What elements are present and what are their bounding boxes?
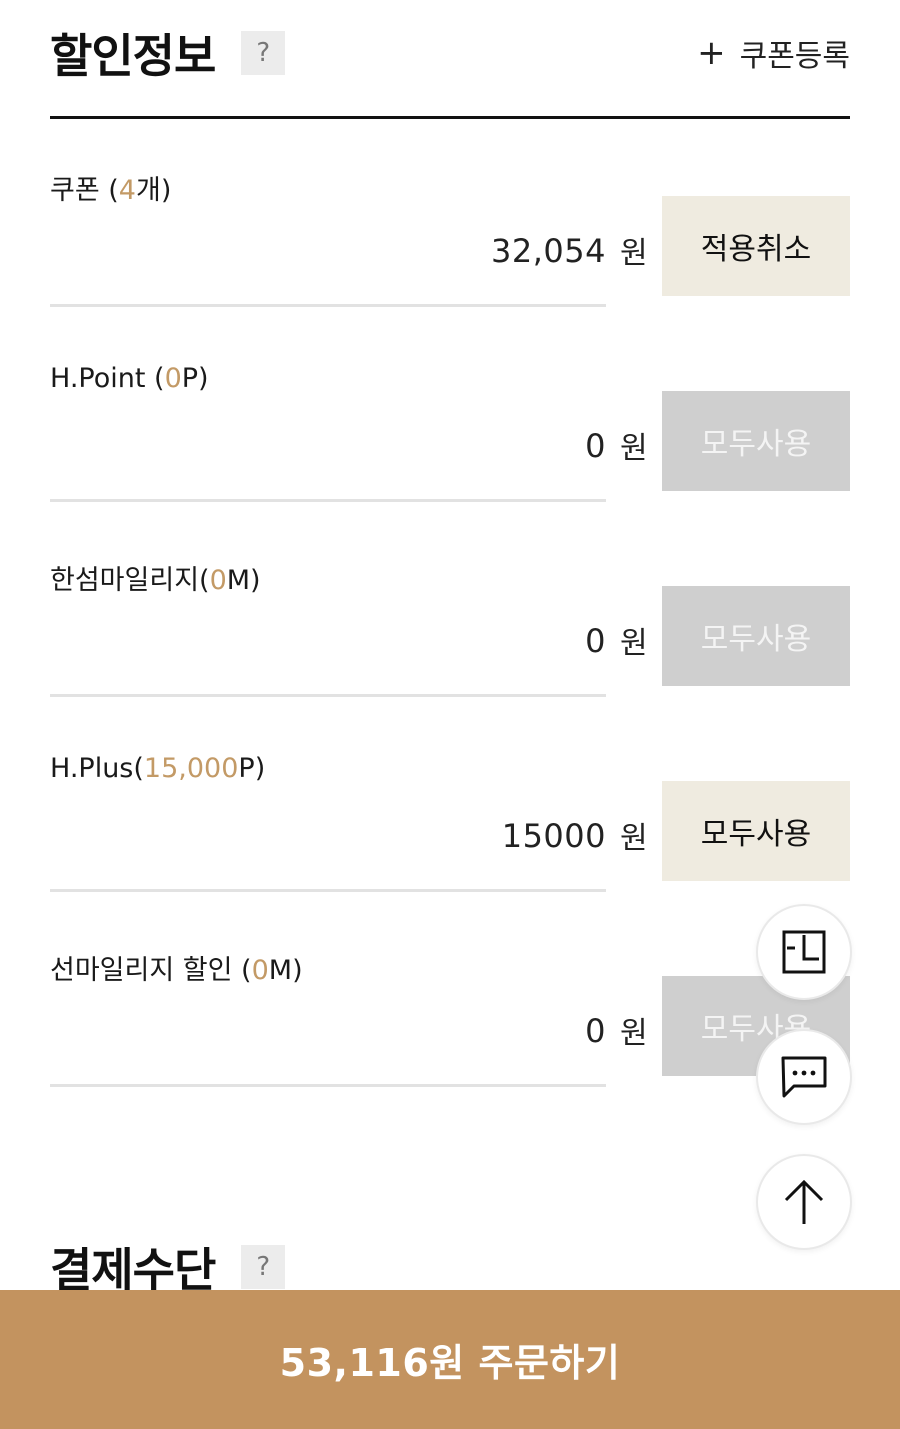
- scroll-top-button[interactable]: [756, 1154, 852, 1250]
- hplus-use-all-button[interactable]: 모두사용: [662, 781, 850, 881]
- hpoint-label-suffix: P): [181, 363, 209, 394]
- hpoint-amount-field[interactable]: 0: [50, 399, 606, 502]
- hpoint-amount-unit: 원: [620, 431, 648, 466]
- section-divider: [50, 116, 850, 119]
- arrow-up-icon: [784, 1179, 824, 1224]
- chat-button[interactable]: [756, 1029, 852, 1125]
- hplus-amount-unit: 원: [620, 821, 648, 856]
- checkout-page: 할인정보 ? + 쿠폰등록 쿠폰 (4개) 32,054 원 적용취소 H.Po…: [0, 0, 900, 1429]
- hpoint-label: H.Point (0P): [50, 363, 209, 394]
- coupon-amount-field[interactable]: 32,054: [50, 204, 606, 307]
- hplus-label: H.Plus(15,000P): [50, 753, 265, 784]
- handsome-mileage-balance: 0: [209, 565, 227, 596]
- coupon-register-button[interactable]: + 쿠폰등록: [697, 31, 850, 75]
- handsome-mileage-label-prefix: 한섬마일리지(: [50, 565, 210, 596]
- hpoint-use-all-button[interactable]: 모두사용: [662, 391, 850, 491]
- handsome-mileage-amount-unit: 원: [620, 626, 648, 661]
- hpoint-amount-value: 0: [585, 427, 606, 465]
- handsome-mileage-label: 한섬마일리지(0M): [50, 558, 261, 597]
- coupon-label-prefix: 쿠폰 (: [50, 175, 119, 206]
- discount-row-hplus: H.Plus(15,000P) 15000 원 모두사용: [50, 753, 850, 948]
- sun-mileage-label-prefix: 선마일리지 할인 (: [50, 955, 252, 986]
- discount-row-sun-mileage: 선마일리지 할인 (0M) 0 원 모두사용: [50, 948, 850, 1143]
- handsome-mileage-use-all-button[interactable]: 모두사용: [662, 586, 850, 686]
- handsome-mileage-amount-value: 0: [585, 622, 606, 660]
- hplus-label-prefix: H.Plus(: [50, 753, 144, 784]
- discount-row-handsome-mileage: 한섬마일리지(0M) 0 원 모두사용: [50, 558, 850, 753]
- hplus-amount-field[interactable]: 15000: [50, 789, 606, 892]
- hplus-label-suffix: P): [238, 753, 266, 784]
- sun-mileage-balance: 0: [251, 955, 269, 986]
- hplus-balance: 15,000: [143, 753, 239, 784]
- discount-section-header: 할인정보 ? + 쿠폰등록: [50, 18, 850, 88]
- sun-mileage-label: 선마일리지 할인 (0M): [50, 948, 303, 987]
- hpoint-balance: 0: [164, 363, 182, 394]
- discount-help-button[interactable]: ?: [241, 31, 286, 75]
- coupon-count: 4: [118, 175, 136, 206]
- coupon-register-label: 쿠폰등록: [739, 39, 850, 74]
- chat-bubble-icon: [781, 1056, 827, 1098]
- discount-section-title: 할인정보: [50, 29, 216, 83]
- sun-mileage-amount-unit: 원: [620, 1016, 648, 1051]
- handsome-mileage-label-suffix: M): [226, 565, 261, 596]
- discount-row-coupon: 쿠폰 (4개) 32,054 원 적용취소: [50, 168, 850, 363]
- coupon-label: 쿠폰 (4개): [50, 168, 171, 207]
- hplus-amount-value: 15000: [501, 817, 606, 855]
- order-button[interactable]: 53,116원 주문하기: [0, 1290, 900, 1429]
- recent-view-icon: [782, 930, 826, 974]
- sun-mileage-amount-field[interactable]: 0: [50, 984, 606, 1087]
- coupon-amount-unit: 원: [620, 236, 648, 271]
- coupon-label-suffix: 개): [135, 175, 172, 206]
- payment-help-button[interactable]: ?: [241, 1245, 286, 1289]
- discount-row-hpoint: H.Point (0P) 0 원 모두사용: [50, 363, 850, 558]
- plus-icon: +: [697, 33, 726, 73]
- order-button-label: 53,116원 주문하기: [279, 1341, 621, 1385]
- recent-view-button[interactable]: [756, 904, 852, 1000]
- hpoint-label-prefix: H.Point (: [50, 363, 165, 394]
- sun-mileage-label-suffix: M): [268, 955, 303, 986]
- handsome-mileage-amount-field[interactable]: 0: [50, 594, 606, 697]
- coupon-amount-value: 32,054: [491, 232, 606, 270]
- sun-mileage-amount-value: 0: [585, 1012, 606, 1050]
- coupon-cancel-button[interactable]: 적용취소: [662, 196, 850, 296]
